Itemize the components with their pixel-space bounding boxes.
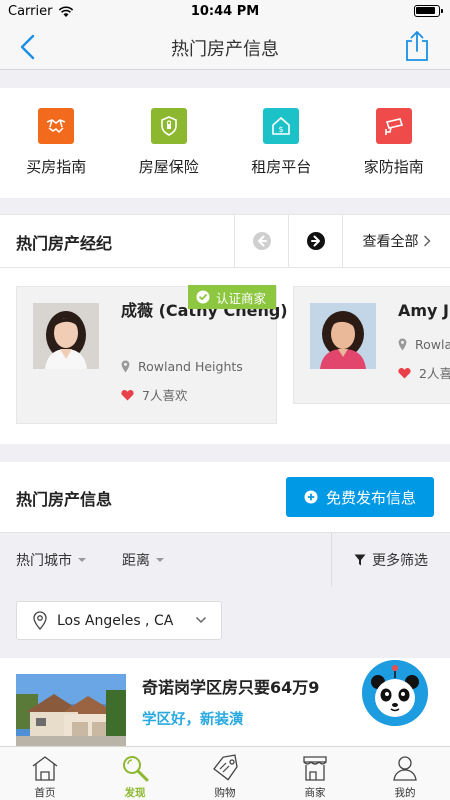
shopping-tag-icon <box>213 754 238 781</box>
agent-location-text: Rowla <box>415 337 450 352</box>
location-pin-icon <box>398 338 407 351</box>
category-label: 租房平台 <box>251 158 312 176</box>
battery-icon <box>414 5 443 17</box>
tab-profile[interactable]: 我的 <box>360 747 450 800</box>
city-filter-dropdown[interactable]: 热门城市 <box>16 550 86 570</box>
agents-section-title: 热门房产经纪 <box>16 234 113 253</box>
category-home-security[interactable]: 家防指南 <box>338 88 450 198</box>
category-label: 房屋保险 <box>138 158 199 176</box>
listing-title: 奇诺岗学区房只要64万9 <box>142 678 320 697</box>
publish-button-label: 免费发布信息 <box>325 488 416 507</box>
location-select[interactable]: Los Angeles , CA <box>16 601 222 640</box>
category-home-insurance[interactable]: 房屋保险 <box>113 88 226 198</box>
location-pin-icon <box>121 360 130 373</box>
panda-assistant-button[interactable] <box>362 660 428 726</box>
status-time: 10:44 PM <box>190 4 260 19</box>
shield-icon <box>150 108 187 144</box>
arrow-right-circle-icon <box>306 232 325 250</box>
see-all-agents-link[interactable]: 查看全部 <box>342 215 450 267</box>
svg-text:$: $ <box>279 125 284 134</box>
agent-likes: 2人喜 <box>398 363 450 382</box>
chevron-right-icon <box>423 235 431 247</box>
handshake-icon <box>38 108 75 144</box>
store-icon <box>303 756 327 781</box>
agents-section-header: 热门房产经纪 查看全部 <box>0 214 450 268</box>
tab-label: 购物 <box>214 787 236 799</box>
page-title: 热门房产信息 <box>171 39 279 60</box>
profile-icon <box>393 756 417 781</box>
agent-likes-text: 7人喜欢 <box>142 388 188 403</box>
agent-avatar <box>33 303 99 369</box>
caret-down-icon <box>156 558 164 562</box>
tab-shopping[interactable]: 购物 <box>180 747 270 800</box>
see-all-label: 查看全部 <box>362 234 419 250</box>
agent-likes: 7人喜欢 <box>121 385 187 404</box>
listings-section-header: 热门房产信息 免费发布信息 <box>0 462 450 532</box>
agents-carousel: 成薇 (Cathy Cheng) Rowland Heights 7人喜欢 认证… <box>0 268 450 444</box>
category-rental-platform[interactable]: $ 租房平台 <box>225 88 338 198</box>
agent-name: Amy J <box>398 301 450 320</box>
tab-discover[interactable]: 发现 <box>90 747 180 800</box>
app-screen: Carrier 10:44 PM 热门房产信息 买房指南 房屋保险 $ 租房平台… <box>0 0 450 800</box>
verified-badge-label: 认证商家 <box>215 290 266 306</box>
navigation-bar: 热门房产信息 <box>0 24 450 70</box>
agent-likes-text: 2人喜 <box>419 366 450 381</box>
agent-card[interactable]: Amy J Rowla 2人喜 <box>293 286 450 404</box>
home-icon <box>32 756 58 781</box>
agents-next-button[interactable] <box>288 215 342 267</box>
agent-card[interactable]: 成薇 (Cathy Cheng) Rowland Heights 7人喜欢 认证… <box>16 285 288 424</box>
free-publish-button[interactable]: 免费发布信息 <box>286 477 434 517</box>
agent-location-text: Rowland Heights <box>138 359 243 374</box>
category-label: 买房指南 <box>26 158 87 176</box>
verified-merchant-badge: 认证商家 <box>187 285 276 309</box>
panda-icon <box>362 660 428 726</box>
status-bar: Carrier 10:44 PM <box>0 0 450 24</box>
distance-filter-label: 距离 <box>122 553 150 569</box>
tab-label: 首页 <box>34 787 56 799</box>
tab-label: 我的 <box>394 787 416 799</box>
agent-avatar <box>310 303 376 369</box>
location-selector-area: Los Angeles , CA <box>0 586 450 654</box>
plus-circle-icon <box>304 490 318 504</box>
check-circle-icon <box>196 290 210 304</box>
heart-icon <box>121 389 134 400</box>
listings-section-title: 热门房产信息 <box>16 490 113 509</box>
location-pin-icon <box>33 611 47 630</box>
agent-location: Rowland Heights <box>121 359 243 374</box>
listing-photo <box>16 674 126 749</box>
bottom-tab-bar: 首页 发现 购物 商家 我的 <box>0 746 450 800</box>
filter-bar: 热门城市 距离 更多筛选 <box>0 532 450 587</box>
rental-house-icon: $ <box>263 108 300 144</box>
category-grid: 买房指南 房屋保险 $ 租房平台 家防指南 <box>0 88 450 198</box>
category-buying-guide[interactable]: 买房指南 <box>0 88 113 198</box>
tab-merchants[interactable]: 商家 <box>270 747 360 800</box>
more-filters-button[interactable]: 更多筛选 <box>331 533 450 587</box>
tab-label: 商家 <box>304 787 326 799</box>
arrow-left-circle-icon <box>252 232 271 250</box>
listing-subtitle: 学区好，新装潢 <box>142 712 244 728</box>
caret-down-icon <box>78 558 86 562</box>
share-icon <box>406 31 428 61</box>
discover-icon <box>123 756 149 782</box>
more-filters-label: 更多筛选 <box>372 553 428 569</box>
agents-prev-button[interactable] <box>234 215 288 267</box>
category-label: 家防指南 <box>363 158 424 176</box>
city-filter-label: 热门城市 <box>16 553 72 569</box>
location-select-value: Los Angeles , CA <box>57 612 174 629</box>
chevron-down-icon <box>195 616 207 624</box>
distance-filter-dropdown[interactable]: 距离 <box>122 550 164 570</box>
share-button[interactable] <box>402 30 432 62</box>
funnel-icon <box>354 554 366 566</box>
tab-label: 发现 <box>124 787 146 799</box>
heart-icon <box>398 367 411 378</box>
agent-location: Rowla <box>398 337 450 352</box>
security-camera-icon <box>375 108 412 144</box>
tab-home[interactable]: 首页 <box>0 747 90 800</box>
